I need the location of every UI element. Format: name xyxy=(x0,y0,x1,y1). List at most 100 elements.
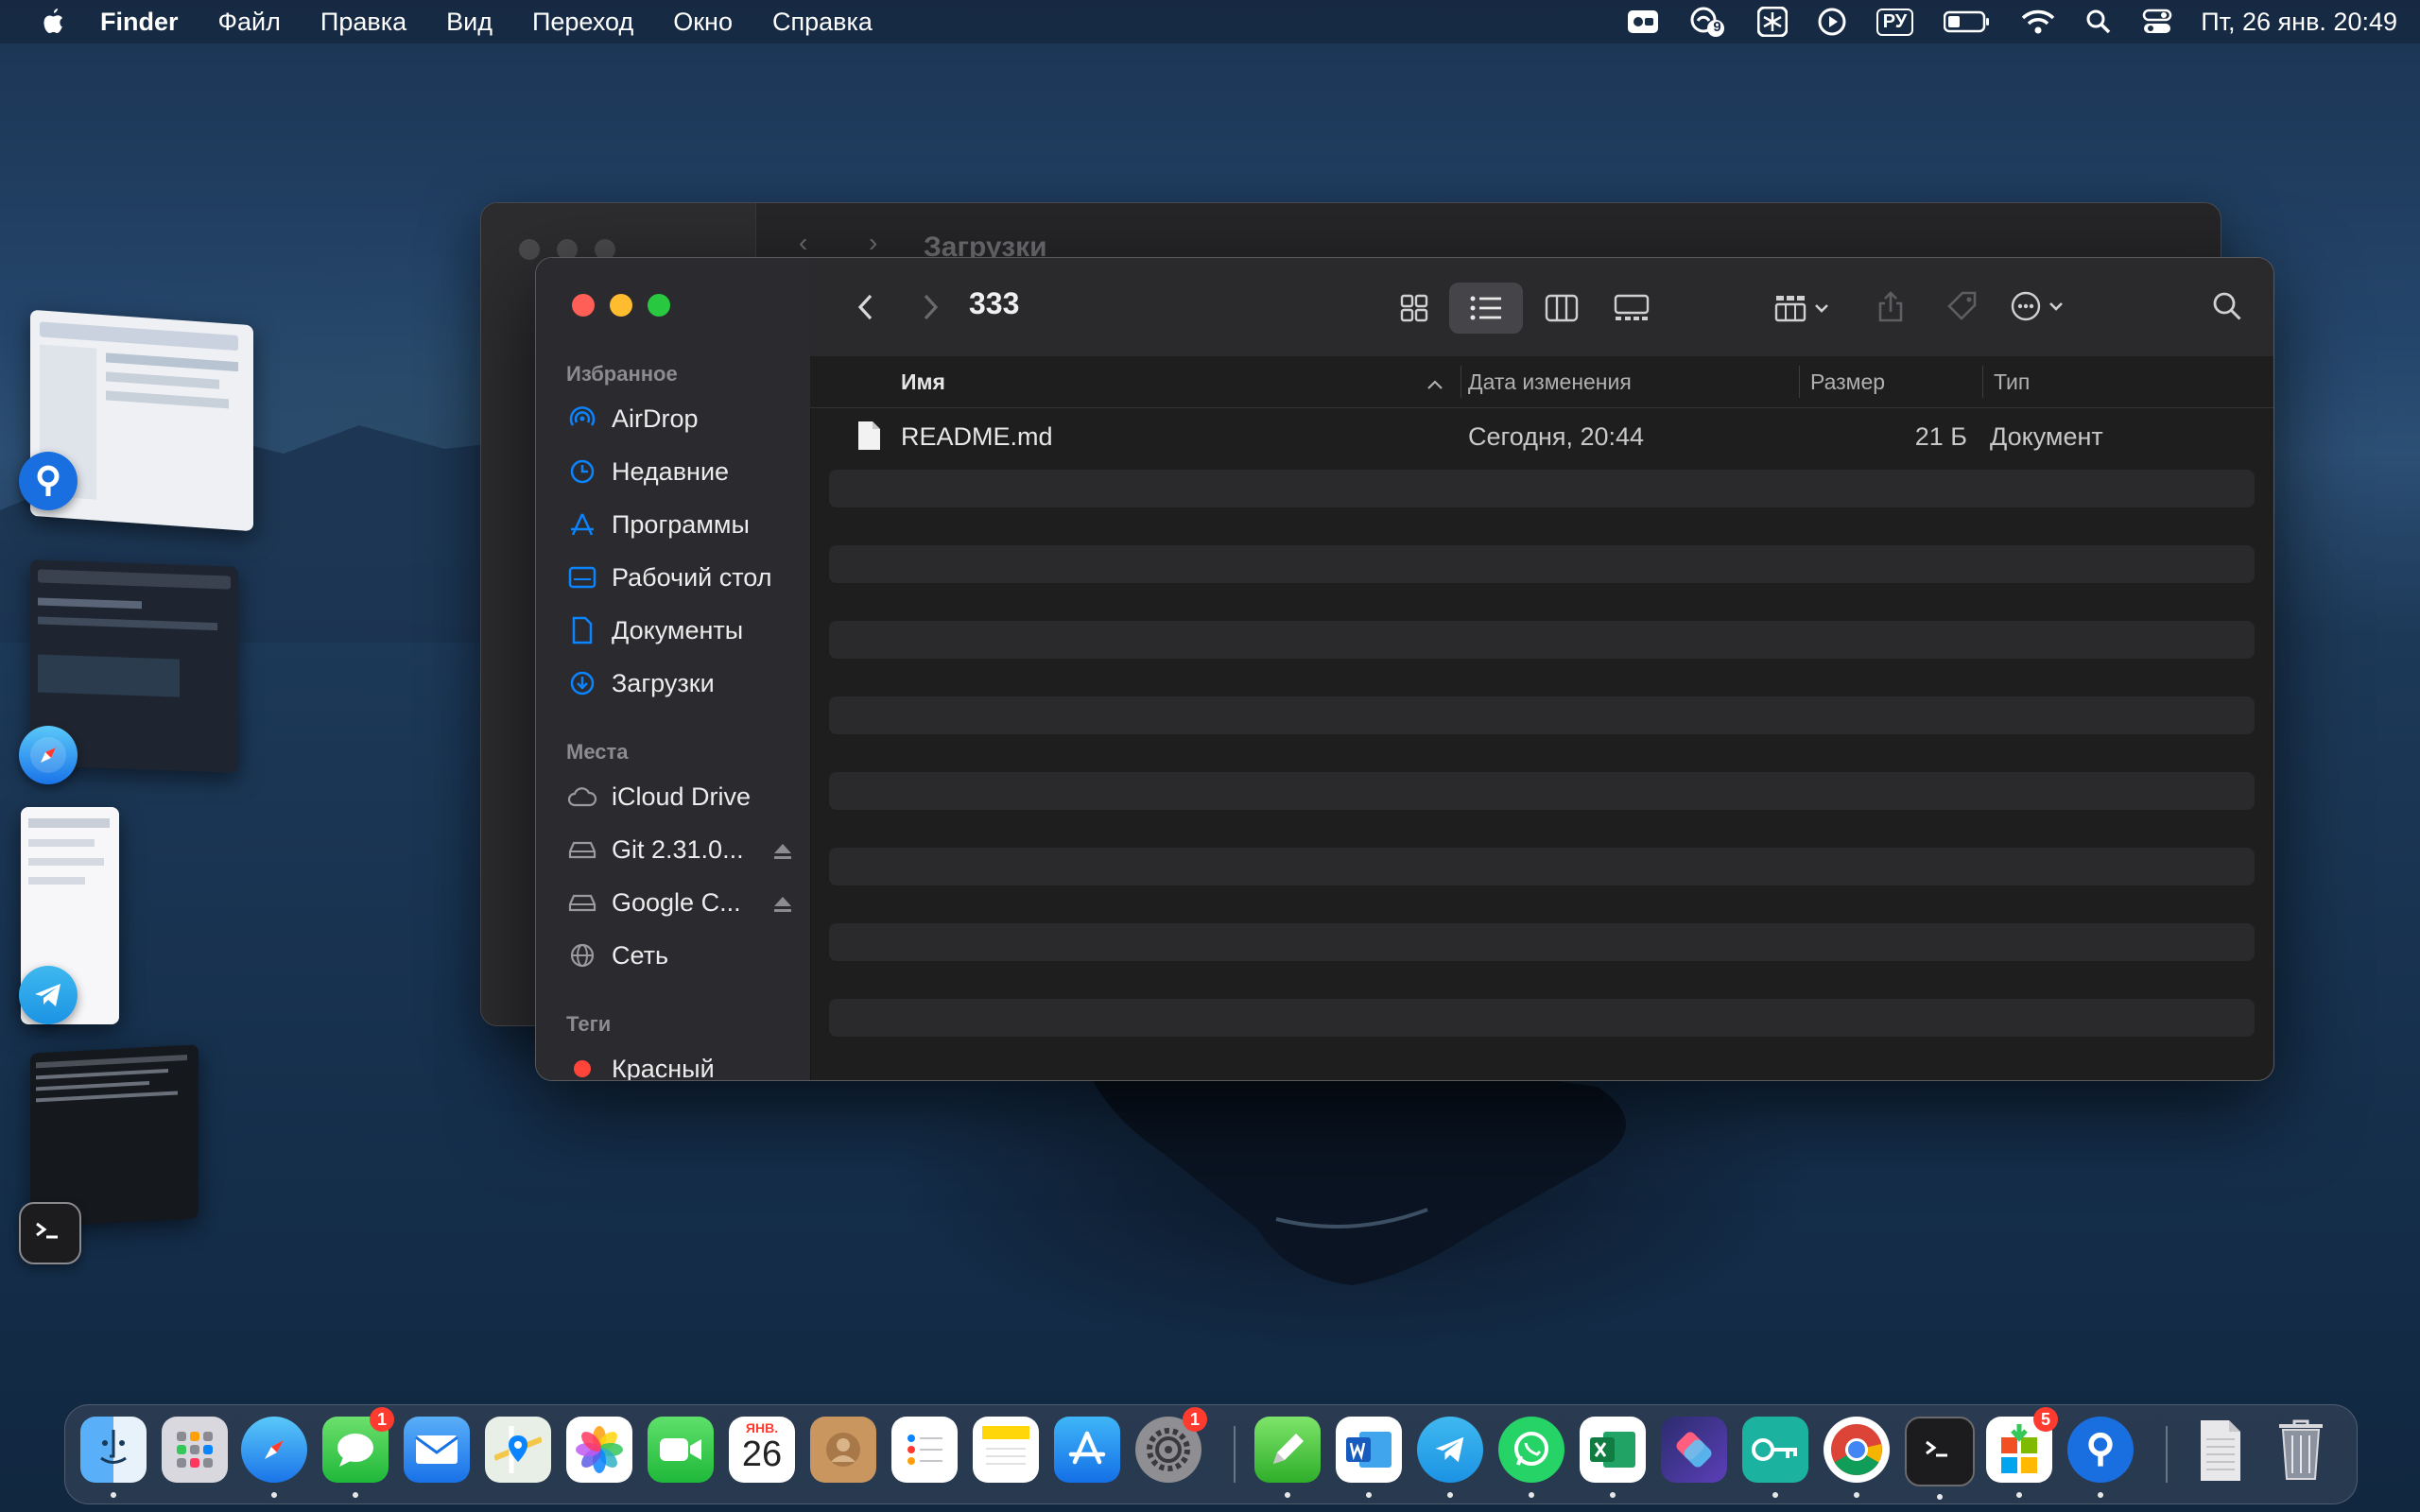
dock-whatsapp-icon[interactable] xyxy=(1498,1417,1564,1498)
dock-notes-icon[interactable] xyxy=(973,1417,1039,1483)
sidebar-item-google-volume[interactable]: Google C... xyxy=(566,882,793,923)
dock-app-store-icon[interactable] xyxy=(1054,1417,1120,1483)
tag-icon[interactable] xyxy=(1939,283,1986,330)
dock-pen-app-icon[interactable] xyxy=(1254,1417,1321,1498)
sidebar-tag-red[interactable]: Красный xyxy=(566,1048,793,1081)
sidebar-item-airdrop[interactable]: AirDrop xyxy=(566,398,793,439)
column-header-kind[interactable]: Тип xyxy=(1994,369,2030,395)
search-icon[interactable] xyxy=(2204,283,2251,330)
dock-system-settings-icon[interactable]: 1 xyxy=(1135,1407,1207,1483)
eject-icon[interactable] xyxy=(772,891,793,920)
forward-button[interactable] xyxy=(910,286,952,328)
dock-facetime-icon[interactable] xyxy=(648,1417,714,1483)
menu-go[interactable]: Переход xyxy=(532,8,633,37)
back-button[interactable] xyxy=(844,286,886,328)
sidebar-item-documents[interactable]: Документы xyxy=(566,610,793,651)
sidebar-item-downloads[interactable]: Загрузки xyxy=(566,662,793,704)
dock-excel-icon[interactable] xyxy=(1580,1417,1646,1498)
apple-menu-icon[interactable] xyxy=(34,3,72,41)
menu-edit[interactable]: Правка xyxy=(320,8,406,37)
sidebar-item-icloud-drive[interactable]: iCloud Drive xyxy=(566,776,793,817)
sidebar-item-network[interactable]: Сеть xyxy=(566,935,793,976)
dock-reminders-icon[interactable] xyxy=(891,1417,958,1483)
menu-bar: Finder Файл Правка Вид Переход Окно Спра… xyxy=(0,0,2420,43)
column-view-button[interactable] xyxy=(1534,284,1589,332)
stage-thumbnail-terminal[interactable] xyxy=(30,1044,199,1228)
dock-shortcuts-icon[interactable] xyxy=(1661,1417,1727,1483)
disk-icon xyxy=(566,833,598,866)
more-actions-button[interactable] xyxy=(2003,283,2079,330)
dock-trash-icon[interactable] xyxy=(2268,1417,2334,1483)
proxy-app-icon[interactable] xyxy=(19,452,78,510)
share-icon[interactable] xyxy=(1867,283,1914,330)
battery-icon[interactable] xyxy=(1944,10,1991,33)
background-close-button[interactable] xyxy=(519,239,540,260)
sidebar-tags-header: Теги xyxy=(566,1012,612,1036)
messages-badge: 1 xyxy=(370,1407,394,1432)
snowflake-status-icon[interactable] xyxy=(1756,7,1788,37)
sidebar-item-label: Рабочий стол xyxy=(612,562,772,592)
sidebar-item-label: Красный xyxy=(612,1054,715,1081)
dock-word-icon[interactable] xyxy=(1336,1417,1402,1498)
dock-finder-icon[interactable] xyxy=(80,1417,147,1498)
dock-proxy-app-icon[interactable] xyxy=(2067,1417,2134,1498)
dock-contacts-icon[interactable] xyxy=(810,1417,876,1483)
dock-photos-icon[interactable] xyxy=(566,1417,632,1483)
sidebar-item-recents[interactable]: Недавние xyxy=(566,451,793,492)
sort-ascending-icon[interactable] xyxy=(1058,369,1443,395)
dock-chrome-icon[interactable] xyxy=(1824,1417,1890,1498)
gallery-view-button[interactable] xyxy=(1604,284,1659,332)
dock-office-installer-icon[interactable]: 5 xyxy=(1986,1407,2058,1498)
window-minimize-button[interactable] xyxy=(610,294,632,317)
list-view-button[interactable] xyxy=(1449,283,1523,334)
column-header-name[interactable]: Имя xyxy=(901,369,945,395)
dock-mail-icon[interactable] xyxy=(404,1417,470,1483)
dock-calendar-icon[interactable]: ЯНВ. 26 xyxy=(729,1417,795,1483)
sidebar-item-label: Google C... xyxy=(612,887,741,917)
menu-view[interactable]: Вид xyxy=(446,8,493,37)
icon-view-button[interactable] xyxy=(1387,284,1442,332)
input-language-indicator[interactable]: РУ xyxy=(1876,8,1914,36)
airdrop-icon xyxy=(566,403,598,435)
file-row[interactable]: README.md Сегодня, 20:44 21 Б Документ xyxy=(810,411,2273,460)
weather-status-icon[interactable]: 9 xyxy=(1689,6,1727,38)
column-header-size[interactable]: Размер xyxy=(1810,369,1885,395)
list-column-headers: Имя Дата изменения Размер Тип xyxy=(810,356,2273,408)
file-date-modified: Сегодня, 20:44 xyxy=(1468,422,1645,451)
group-by-button[interactable] xyxy=(1767,284,1842,332)
safari-icon[interactable] xyxy=(19,726,78,784)
camera-status-icon[interactable] xyxy=(1627,8,1659,36)
calendar-month: ЯНВ. xyxy=(745,1420,779,1435)
menu-file[interactable]: Файл xyxy=(218,8,281,37)
window-zoom-button[interactable] xyxy=(648,294,670,317)
window-close-button[interactable] xyxy=(572,294,595,317)
eject-icon[interactable] xyxy=(772,838,793,868)
dock-messages-icon[interactable]: 1 xyxy=(322,1407,394,1498)
column-header-date-modified[interactable]: Дата изменения xyxy=(1468,369,1632,395)
terminal-thumbnail-icon[interactable] xyxy=(19,1202,81,1264)
menu-app-name[interactable]: Finder xyxy=(100,8,179,37)
control-center-icon[interactable] xyxy=(2142,8,2172,36)
dock-maps-icon[interactable] xyxy=(485,1417,551,1483)
dock-telegram-icon[interactable] xyxy=(1417,1417,1483,1498)
dock-vpn-key-icon[interactable] xyxy=(1742,1417,1808,1498)
sidebar-item-desktop[interactable]: Рабочий стол xyxy=(566,557,793,598)
play-status-icon[interactable] xyxy=(1818,8,1846,36)
dock-safari-icon[interactable] xyxy=(241,1417,307,1498)
sidebar-item-applications[interactable]: Программы xyxy=(566,504,793,545)
file-list: README.md Сегодня, 20:44 21 Б Документ xyxy=(810,407,2273,1080)
sidebar-item-git-volume[interactable]: Git 2.31.0... xyxy=(566,829,793,870)
dock-downloads-stack-icon[interactable] xyxy=(2187,1417,2253,1483)
finder-window[interactable]: Избранное AirDrop Недавние Программы Раб… xyxy=(535,257,2274,1081)
menu-clock[interactable]: Пт, 26 янв. 20:49 xyxy=(2201,8,2397,37)
menu-help[interactable]: Справка xyxy=(772,8,873,37)
downloads-icon xyxy=(566,667,598,699)
menu-window[interactable]: Окно xyxy=(673,8,733,37)
dock-terminal-icon[interactable] xyxy=(1905,1417,1975,1500)
dock-launchpad-icon[interactable] xyxy=(162,1417,228,1483)
spotlight-search-icon[interactable] xyxy=(2085,9,2112,35)
sidebar-item-label: Git 2.31.0... xyxy=(612,834,744,864)
empty-row xyxy=(829,545,2255,583)
telegram-thumbnail-icon[interactable] xyxy=(19,966,78,1024)
wifi-icon[interactable] xyxy=(2021,9,2055,35)
